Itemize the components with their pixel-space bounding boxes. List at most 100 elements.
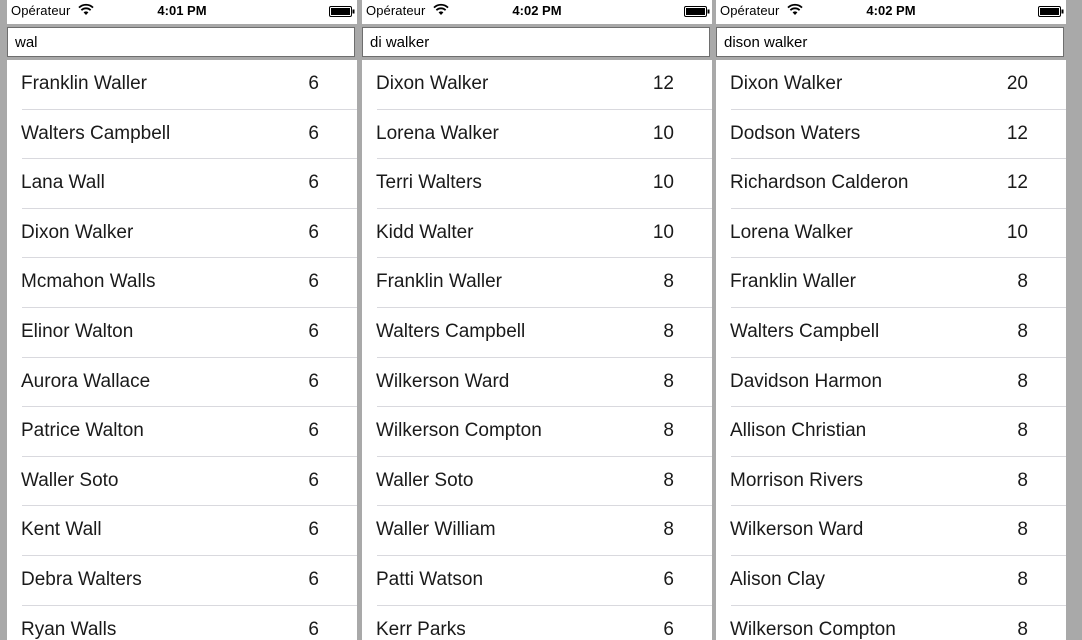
row-name: Alison Clay xyxy=(730,568,826,590)
list-item[interactable]: Richardson Calderon 12 xyxy=(716,159,1066,209)
row-count: 8 xyxy=(1017,370,1028,392)
list-item[interactable]: Waller Soto 8 xyxy=(362,457,712,507)
row-count: 8 xyxy=(663,271,674,293)
results-list: Dixon Walker 12 Lorena Walker 10 Terri Walte… xyxy=(362,60,712,640)
battery-icon xyxy=(329,6,355,17)
list-item[interactable]: Kerr Parks 6 xyxy=(362,606,712,640)
status-time: 4:01 PM xyxy=(157,3,207,18)
row-count: 8 xyxy=(1017,420,1028,442)
row-count: 10 xyxy=(652,221,674,243)
list-item[interactable]: Allison Christian 8 xyxy=(716,407,1066,457)
row-name: Ryan Walls xyxy=(21,618,117,640)
list-item[interactable]: Morrison Rivers 8 xyxy=(716,457,1066,507)
results-list: Franklin Waller 6 Walters Campbell 6 Lana Wa… xyxy=(7,60,357,640)
row-name: Waller Soto xyxy=(376,469,474,491)
list-item[interactable]: Lana Wall 6 xyxy=(7,159,357,209)
row-name: Debra Walters xyxy=(21,568,142,590)
row-count: 8 xyxy=(663,420,674,442)
row-name: Mcmahon Walls xyxy=(21,271,156,293)
row-name: Morrison Rivers xyxy=(730,469,864,491)
list-item[interactable]: Terri Walters 10 xyxy=(362,159,712,209)
list-item[interactable]: Wilkerson Compton 8 xyxy=(362,407,712,457)
list-item[interactable]: Franklin Waller 6 xyxy=(7,60,357,110)
row-count: 10 xyxy=(1006,221,1028,243)
list-item[interactable]: Dixon Walker 12 xyxy=(362,60,712,110)
row-count: 8 xyxy=(1017,271,1028,293)
list-item[interactable]: Patrice Walton 6 xyxy=(7,407,357,457)
row-name: Aurora Wallace xyxy=(21,370,151,392)
list-item[interactable]: Dixon Walker 20 xyxy=(716,60,1066,110)
row-name: Dixon Walker xyxy=(730,73,843,94)
row-name: Wilkerson Ward xyxy=(376,370,510,392)
battery-icon xyxy=(684,6,710,17)
search-input[interactable] xyxy=(362,27,710,57)
row-count: 6 xyxy=(308,420,319,442)
list-item[interactable]: Dodson Waters 12 xyxy=(716,110,1066,160)
list-item[interactable]: Walters Campbell 8 xyxy=(716,308,1066,358)
list-item[interactable]: Dixon Walker 6 xyxy=(7,209,357,259)
row-name: Lana Wall xyxy=(21,172,105,194)
list-item[interactable]: Waller Soto 6 xyxy=(7,457,357,507)
row-name: Lorena Walker xyxy=(376,122,499,144)
row-name: Dixon Walker xyxy=(21,221,134,243)
row-name: Waller William xyxy=(376,519,496,541)
row-name: Wilkerson Ward xyxy=(730,519,864,541)
results-list: Dixon Walker 20 Dodson Waters 12 Richardson … xyxy=(716,60,1066,640)
row-count: 8 xyxy=(663,320,674,342)
row-count: 12 xyxy=(652,73,674,94)
row-name: Walters Campbell xyxy=(730,320,880,342)
phone-screen: Opérateur 4:02 PM Dixon Walker 12 Lorena W… xyxy=(362,0,712,640)
list-item[interactable]: Wilkerson Compton 8 xyxy=(716,606,1066,640)
list-item[interactable]: Lorena Walker 10 xyxy=(716,209,1066,259)
row-count: 6 xyxy=(663,568,674,590)
list-item[interactable]: Kidd Walter 10 xyxy=(362,209,712,259)
list-item[interactable]: Walters Campbell 6 xyxy=(7,110,357,160)
list-item[interactable]: Wilkerson Ward 8 xyxy=(716,506,1066,556)
list-item[interactable]: Ryan Walls 6 xyxy=(7,606,357,640)
row-name: Dodson Waters xyxy=(730,122,861,144)
row-name: Wilkerson Compton xyxy=(376,420,542,442)
list-item[interactable]: Elinor Walton 6 xyxy=(7,308,357,358)
row-name: Franklin Waller xyxy=(376,271,502,293)
row-count: 8 xyxy=(663,370,674,392)
phone-screen: Opérateur 4:01 PM Franklin Waller6Walter… xyxy=(7,0,357,640)
list-item[interactable]: Alison Clay 8 xyxy=(716,556,1066,606)
search-bar xyxy=(7,24,357,60)
row-count: 6 xyxy=(308,469,319,491)
row-name: Patrice Walton xyxy=(21,420,144,442)
list-item[interactable]: Walters Campbell 8 xyxy=(362,308,712,358)
row-name: Walters Campbell xyxy=(376,320,526,342)
row-count: 8 xyxy=(1017,320,1028,342)
search-bar xyxy=(362,24,712,60)
list-item[interactable]: Waller William 8 xyxy=(362,506,712,556)
status-bar: Opérateur 4:02 PM xyxy=(362,0,712,24)
row-count: 8 xyxy=(1017,469,1028,491)
list-item[interactable]: Mcmahon Walls 6 xyxy=(7,258,357,308)
row-count: 6 xyxy=(308,221,319,243)
list-item[interactable]: Franklin Waller 8 xyxy=(716,258,1066,308)
list-item[interactable]: Debra Walters 6 xyxy=(7,556,357,606)
list-item[interactable]: Franklin Waller 8 xyxy=(362,258,712,308)
row-count: 8 xyxy=(1017,568,1028,590)
status-time: 4:02 PM xyxy=(512,3,562,18)
list-item[interactable]: Davidson Harmon 8 xyxy=(716,358,1066,408)
row-count: 6 xyxy=(308,370,319,392)
row-count: 20 xyxy=(1006,73,1028,94)
row-name: Franklin Waller xyxy=(21,73,147,94)
row-count: 8 xyxy=(1017,519,1028,541)
status-bar: Opérateur 4:01 PM xyxy=(7,0,357,24)
row-count: 6 xyxy=(308,172,319,194)
list-item[interactable]: Patti Watson 6 xyxy=(362,556,712,606)
row-count: 12 xyxy=(1006,172,1028,194)
row-name: Waller Soto xyxy=(21,469,119,491)
list-item[interactable]: Aurora Wallace 6 xyxy=(7,358,357,408)
list-item[interactable]: Lorena Walker 10 xyxy=(362,110,712,160)
search-input[interactable] xyxy=(716,27,1064,57)
list-item[interactable]: Kent Wall 6 xyxy=(7,506,357,556)
search-input[interactable] xyxy=(7,27,355,57)
row-name: Walters Campbell xyxy=(21,122,171,144)
row-name: Wilkerson Compton xyxy=(730,618,896,640)
row-name: Allison Christian xyxy=(730,420,867,442)
row-name: Kent Wall xyxy=(21,519,102,541)
list-item[interactable]: Wilkerson Ward 8 xyxy=(362,358,712,408)
